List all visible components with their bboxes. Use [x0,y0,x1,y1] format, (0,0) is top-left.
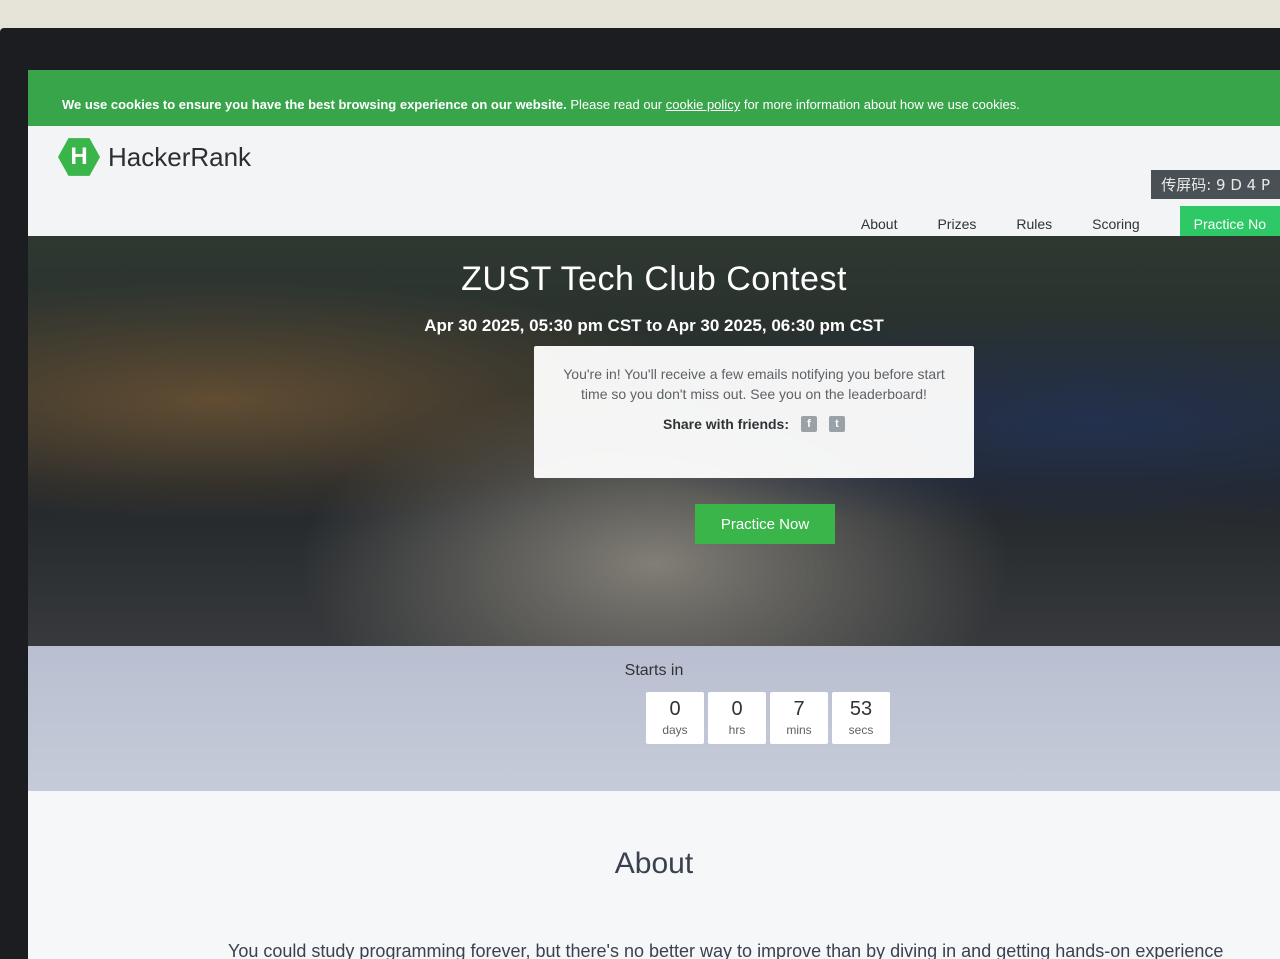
screen-cast-code: 传屏码: 9 D 4 P [1151,170,1280,199]
cookie-text-normal: Please read our [570,97,663,112]
cookie-policy-link[interactable]: cookie policy [666,97,740,112]
cookie-text-bold: We use cookies to ensure you have the be… [62,97,567,112]
nav-rules[interactable]: Rules [1016,216,1052,232]
countdown-value: 53 [849,698,873,720]
countdown-value: 7 [793,698,805,720]
registration-info-box: You're in! You'll receive a few emails n… [534,346,974,478]
share-label: Share with friends: [662,416,790,432]
starts-in-label: Starts in [624,662,684,679]
countdown-timer: 0 days 0 hrs 7 mins 53 secs [646,692,894,744]
twitter-icon[interactable]: t [829,416,846,432]
hero-banner: ZUST Tech Club Contest Apr 30 2025, 05:3… [28,236,1280,754]
countdown-unit: days [662,723,688,737]
about-section: About You could study programming foreve… [28,791,1280,959]
contest-title: ZUST Tech Club Contest [461,260,847,298]
site-header: H HackerRank About Prizes Rules Scoring … [28,126,1280,242]
about-text: You could study programming forever, but… [228,941,1224,959]
about-heading: About [614,847,694,880]
logo-wordmark: HackerRank [108,141,252,172]
countdown-days: 0 days [646,692,704,744]
cookie-text-end: for more information about how we use co… [743,97,1020,112]
registration-message: You're in! You'll receive a few emails n… [563,366,945,402]
countdown-unit: hrs [728,723,746,737]
logo-hex-icon: H [58,138,100,176]
nav-about[interactable]: About [861,216,898,232]
countdown-value: 0 [669,698,681,720]
practice-now-button[interactable]: Practice Now [695,504,835,544]
hackerrank-logo[interactable]: H HackerRank [58,136,251,178]
countdown-section: Starts in 0 days 0 hrs 7 mins 53 secs [28,646,1280,791]
nav-scoring[interactable]: Scoring [1092,216,1139,232]
countdown-unit: secs [848,723,874,737]
countdown-minutes: 7 mins [770,692,828,744]
contest-dates: Apr 30 2025, 05:30 pm CST to Apr 30 2025… [424,316,884,335]
monitor-screen: We use cookies to ensure you have the be… [28,70,1280,959]
countdown-hours: 0 hrs [708,692,766,744]
facebook-icon[interactable]: f [801,416,818,432]
countdown-value: 0 [731,698,743,720]
countdown-seconds: 53 secs [832,692,890,744]
share-row: Share with friends: f t [560,416,948,432]
countdown-unit: mins [786,723,812,737]
nav-prizes[interactable]: Prizes [937,216,976,232]
